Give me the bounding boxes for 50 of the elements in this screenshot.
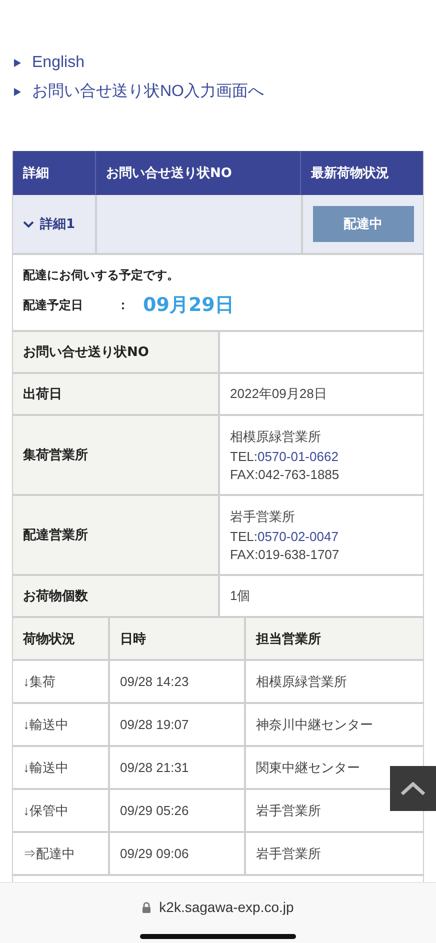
eta-label: 配達予定日: [23, 296, 84, 314]
triangle-icon: [14, 88, 21, 96]
tel-label: TEL:: [230, 529, 258, 544]
row-label: 出荷日: [13, 374, 218, 414]
row-label: お荷物個数: [13, 576, 218, 616]
notice-text: 配達にお伺いする予定です。: [23, 267, 180, 284]
fax-number: FAX:042-763-1885: [230, 467, 340, 482]
office-name: 相模原緑営業所: [230, 428, 321, 446]
nav-link[interactable]: お問い合せ送り状NO入力画面へ: [32, 81, 264, 102]
fax-number: FAX:019-638-1707: [230, 547, 340, 562]
tel-label: TEL:: [230, 449, 258, 464]
column-header: 担当営業所: [246, 618, 423, 659]
table-cell: ↓輸送中: [13, 704, 108, 745]
phone-link[interactable]: 0570-02-0047: [257, 529, 338, 544]
row-value: 2022年09月28日: [220, 374, 423, 414]
column-header: お問い合せ送り状NO: [96, 151, 300, 195]
table-cell: 神奈川中継センター: [246, 704, 423, 745]
table-cell: 09/29 05:26: [110, 790, 244, 831]
eta-date: 09月29日: [143, 293, 234, 318]
table-cell: 相模原緑営業所: [246, 661, 423, 702]
column-header: 日時: [110, 618, 244, 659]
url-text[interactable]: k2k.sagawa-exp.co.jp: [159, 899, 294, 915]
table-cell: ↓輸送中: [13, 747, 108, 788]
row-value: 1個: [220, 576, 423, 616]
column-header: 詳細: [13, 151, 95, 195]
table-cell: ↓集荷: [13, 661, 108, 702]
chevron-up-icon: [400, 782, 426, 796]
row-label: 集荷営業所: [13, 416, 218, 494]
separator: ：: [117, 296, 130, 314]
nav-link[interactable]: English: [32, 54, 84, 72]
table-cell: ⇒配達中: [13, 833, 108, 874]
column-header: 最新荷物状況: [301, 151, 423, 195]
detail-toggle[interactable]: 詳細1: [13, 195, 95, 253]
triangle-icon: [14, 59, 21, 67]
table-cell: 09/29 09:06: [110, 833, 244, 874]
table-cell: 09/28 21:31: [110, 747, 244, 788]
table-cell: ↓保管中: [13, 790, 108, 831]
chevron-icon: [23, 220, 34, 228]
office-name: 岩手営業所: [230, 508, 295, 526]
table-cell: 09/28 14:23: [110, 661, 244, 702]
row-label: 配達営業所: [13, 496, 218, 574]
lock-icon: [142, 902, 152, 912]
phone-link[interactable]: 0570-01-0662: [257, 449, 338, 464]
scroll-to-top-button[interactable]: [390, 766, 436, 811]
table-cell: 岩手営業所: [246, 790, 423, 831]
table-cell: 岩手営業所: [246, 833, 423, 874]
table-cell: 09/28 19:07: [110, 704, 244, 745]
status-badge: 配達中: [312, 206, 414, 242]
column-header: 荷物状況: [13, 618, 108, 659]
row-label: お問い合せ送り状NO: [13, 332, 218, 372]
